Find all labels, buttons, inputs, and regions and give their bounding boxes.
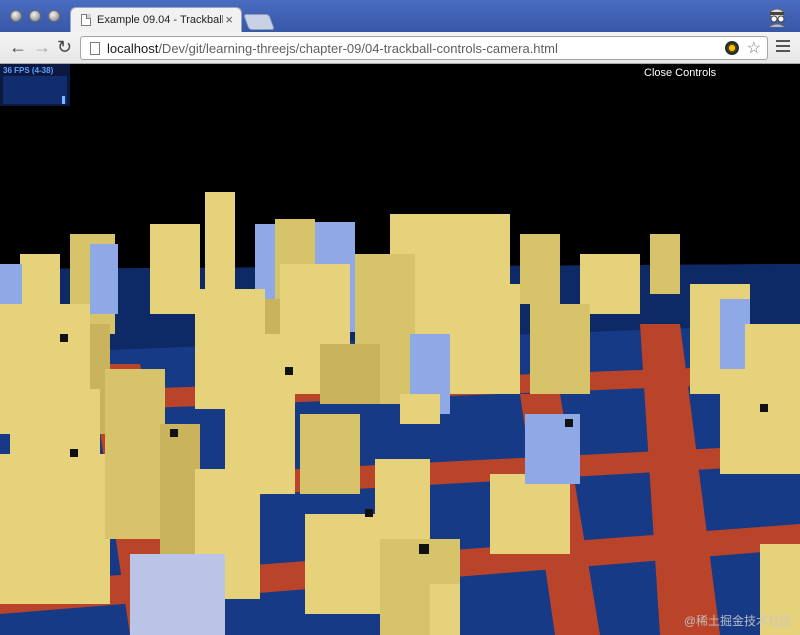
url-host: localhost xyxy=(107,41,159,56)
tab-title: Example 09.04 - Trackball xyxy=(97,14,223,26)
minimize-window-button[interactable] xyxy=(29,10,41,22)
city-scene xyxy=(0,192,800,635)
close-controls-button[interactable]: Close Controls xyxy=(644,67,716,79)
fps-readout: 36 FPS (4-38) xyxy=(3,66,54,75)
tab-active[interactable]: Example 09.04 - Trackball × xyxy=(70,7,242,33)
watermark: @稀土掘金技术社区 xyxy=(683,614,792,628)
browser-toolbar: ← → ↻ localhost/Dev/git/learning-threejs… xyxy=(0,32,800,64)
tab-close-icon[interactable]: × xyxy=(225,12,233,27)
url-path: /Dev/git/learning-threejs/chapter-09/04-… xyxy=(158,41,558,56)
url-text[interactable]: localhost/Dev/git/learning-threejs/chapt… xyxy=(107,41,558,56)
close-window-button[interactable] xyxy=(10,10,22,22)
webgl-canvas[interactable]: 36 FPS (4-38) Close Controls @稀土掘金技术社区 xyxy=(0,64,800,635)
reload-button[interactable]: ↻ xyxy=(57,38,72,56)
page-icon xyxy=(81,14,91,26)
fps-graph xyxy=(3,76,67,104)
zoom-window-button[interactable] xyxy=(48,10,60,22)
new-tab-button[interactable] xyxy=(243,14,275,30)
address-bar[interactable]: localhost/Dev/git/learning-threejs/chapt… xyxy=(80,36,768,60)
stats-panel[interactable]: 36 FPS (4-38) xyxy=(0,64,70,106)
forward-button[interactable]: → xyxy=(33,38,51,56)
menu-icon[interactable] xyxy=(776,40,790,54)
title-bar: Example 09.04 - Trackball × xyxy=(0,0,800,33)
star-icon[interactable]: ☆ xyxy=(747,38,761,58)
incognito-icon xyxy=(768,8,786,28)
page-icon xyxy=(90,42,100,55)
back-button[interactable]: ← xyxy=(9,38,27,56)
search-ext-icon[interactable] xyxy=(725,41,739,55)
